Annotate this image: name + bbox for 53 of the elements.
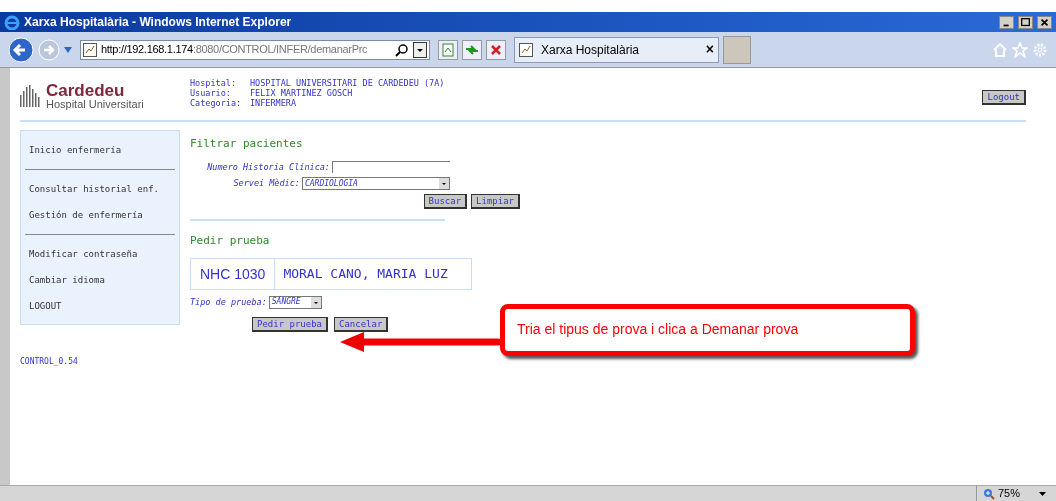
callout-text: Tria el tipus de prova i clica a Demanar prova <box>517 321 799 337</box>
zoom-icon <box>983 487 995 500</box>
header-label: Hospital: <box>190 78 238 88</box>
page-icon <box>83 42 97 57</box>
sidebar-item[interactable]: Cambiar idioma <box>25 267 175 293</box>
version-label: CONTROL_0.54 <box>20 355 79 368</box>
header-value: HOSPITAL UNIVERSITARI DE CARDEDEU (7A) <box>250 78 445 88</box>
back-icon[interactable] <box>8 36 34 63</box>
maximize-icon[interactable] <box>1018 15 1033 29</box>
caret-icon <box>439 178 449 190</box>
patient-id: NHC 1030 <box>191 258 276 289</box>
close-icon[interactable]: × <box>705 39 714 60</box>
form-button[interactable]: Cancelar <box>334 316 389 332</box>
sidebar-item[interactable]: Inicio enfermería <box>25 137 175 163</box>
header-value: INFERMERA <box>250 98 297 108</box>
search-icon[interactable] <box>395 42 409 57</box>
caret-icon[interactable] <box>413 41 427 58</box>
sidebar-item[interactable]: LOGOUT <box>25 293 175 319</box>
patient-name: MORAL CANO, MARIA LUZ <box>282 265 449 283</box>
logo-subtitle: Hospital Universitari <box>46 99 144 110</box>
header-label: Usuario: <box>190 88 232 98</box>
address-text: http://192.168.1.174:8080/CONTROL/INFER/demanarPrc <box>101 43 368 56</box>
sidebar-item[interactable]: Modificar contraseña <box>25 241 175 267</box>
zoom-control[interactable]: 75% <box>976 485 1046 501</box>
page-icon <box>519 42 533 57</box>
window-title: Xarxa Hospitalària - Windows Internet Explorer <box>24 14 293 31</box>
dropdown[interactable]: CARDIOLOGIA <box>301 177 450 191</box>
form-button[interactable]: Pedir prueba <box>252 316 329 332</box>
close-icon[interactable] <box>1037 15 1052 29</box>
section-title: Pedir prueba <box>190 233 271 250</box>
field-label: Numero Historia Clínica: <box>206 160 330 174</box>
field-label: Servei Mèdic: <box>232 177 300 191</box>
dropdown[interactable]: SANGRE <box>268 295 322 309</box>
logo-name: Cardedeu <box>46 82 126 99</box>
minimize-icon[interactable] <box>999 15 1014 29</box>
star-icon[interactable] <box>1012 41 1028 58</box>
barcode-lines-icon <box>20 85 42 107</box>
sidebar-item[interactable]: Consultar historial enf. <box>25 176 175 202</box>
browser-tab[interactable]: Xarxa Hospitalària × <box>514 36 719 63</box>
form-button[interactable]: Limpiar <box>471 194 520 210</box>
header-value: FELIX MARTINEZ GOSCH <box>250 88 353 98</box>
stop-icon[interactable] <box>486 39 506 60</box>
browser-logo-icon <box>4 14 20 30</box>
logout-button[interactable]: Logout <box>982 90 1026 105</box>
address-bar[interactable]: http://192.168.1.174:8080/CONTROL/INFER/demanarPrc <box>80 39 430 60</box>
refresh-icon[interactable] <box>462 39 482 60</box>
section-title: Filtrar pacientes <box>190 136 304 152</box>
caret-icon <box>1039 491 1046 496</box>
header-label: Categoria: <box>190 98 243 108</box>
field-label: Tipo de prueba: <box>190 295 267 309</box>
sidebar-item[interactable]: Gestión de enfermería <box>25 202 175 228</box>
caret-icon <box>310 296 321 308</box>
form-button[interactable]: Buscar <box>423 194 468 210</box>
